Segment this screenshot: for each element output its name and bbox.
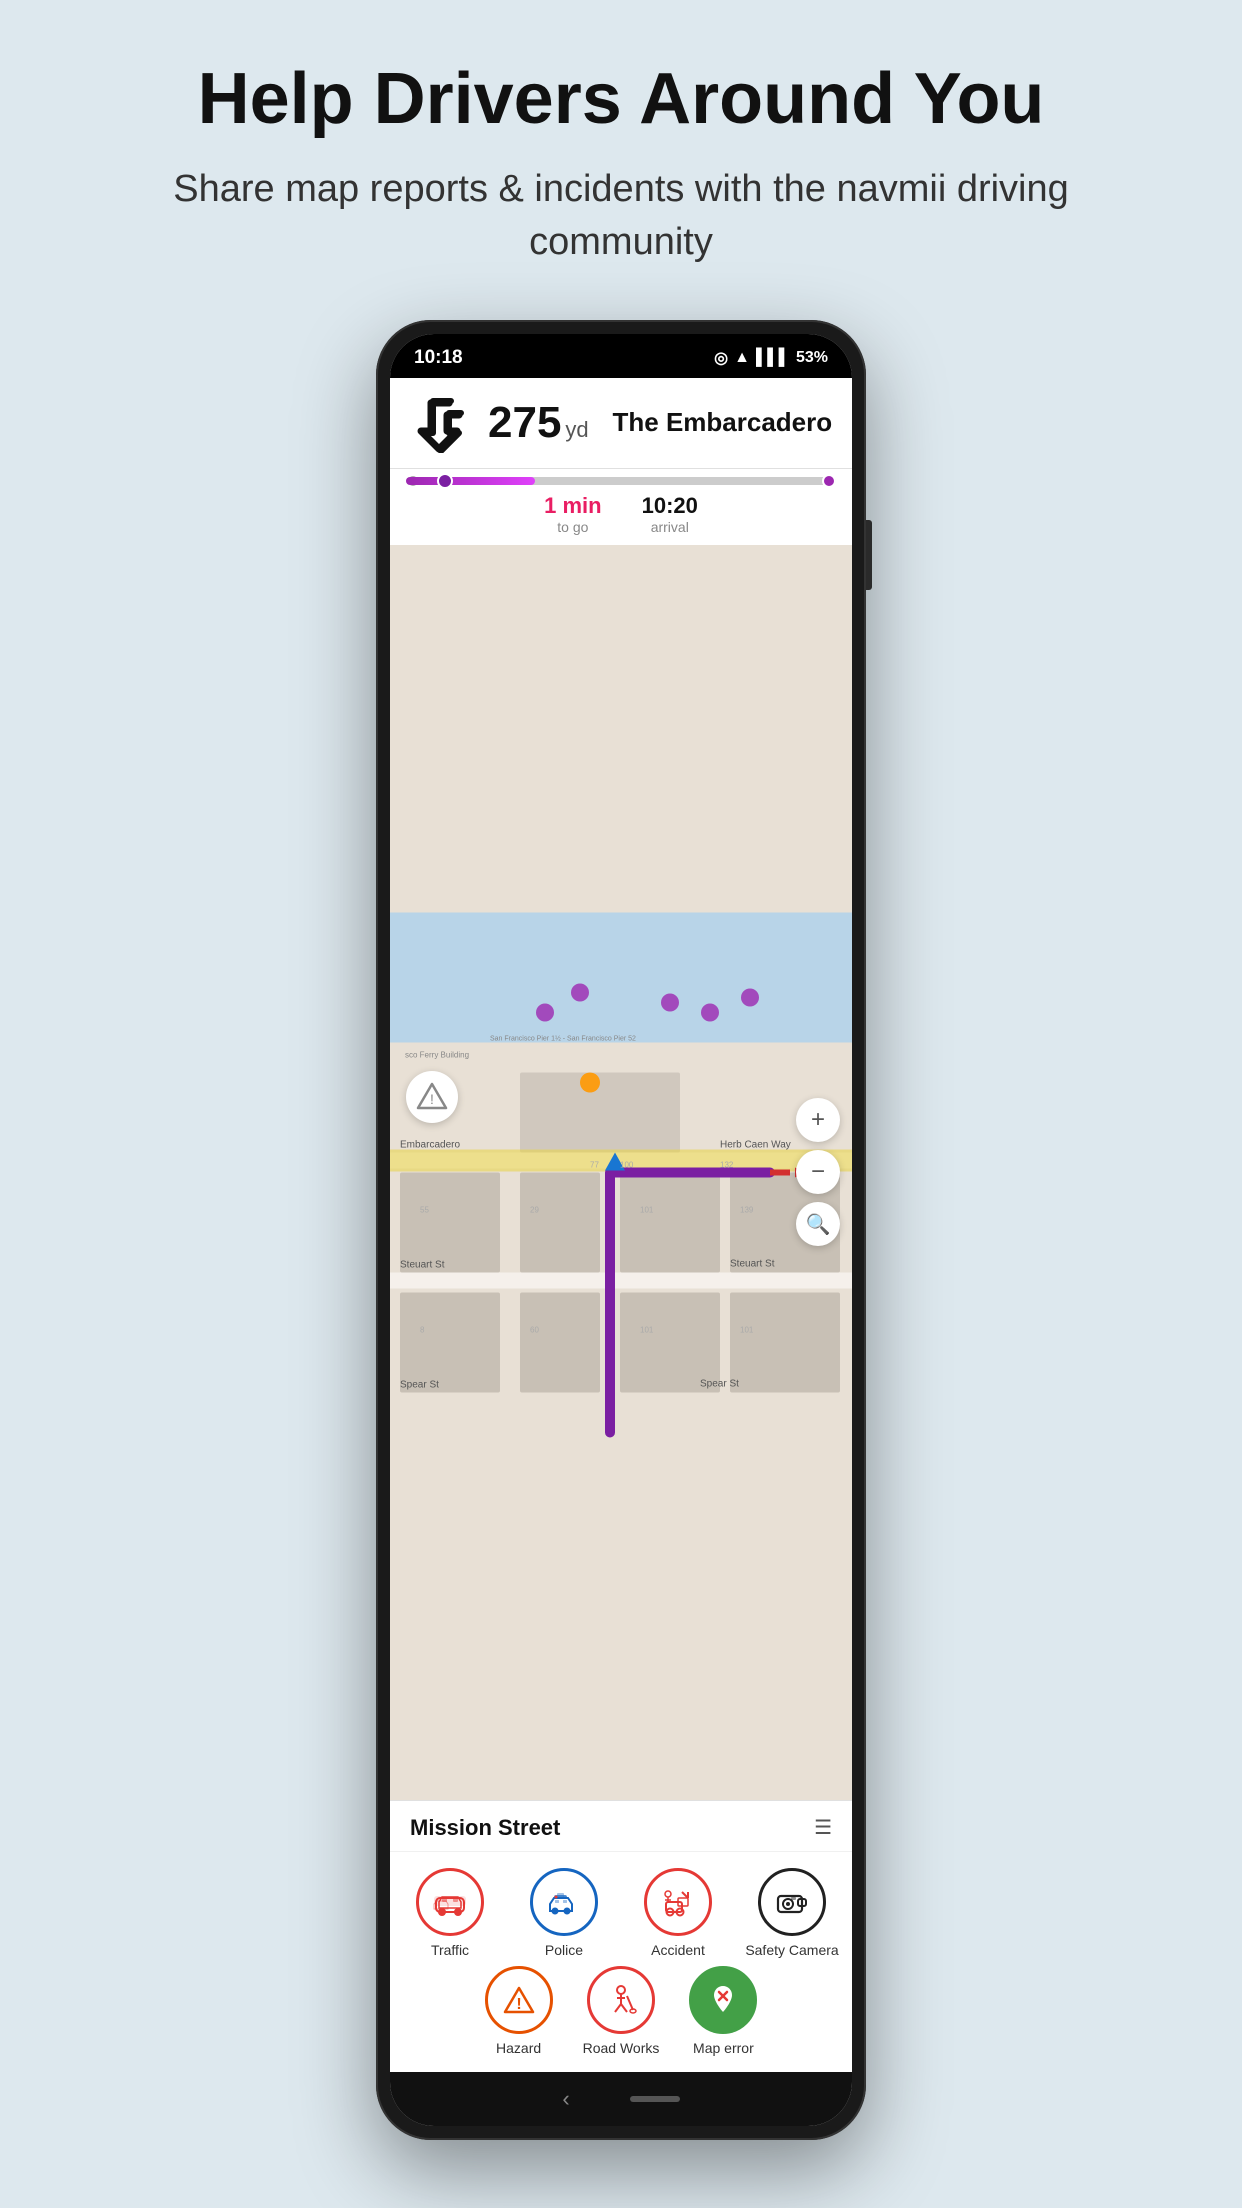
safety-camera-label: Safety Camera — [745, 1942, 838, 1958]
svg-text:101: 101 — [640, 1205, 654, 1214]
report-item-map-error[interactable]: Map error — [689, 1966, 757, 2056]
svg-text:!: ! — [516, 1996, 521, 2013]
report-item-accident[interactable]: Accident — [626, 1868, 730, 1958]
map-error-label: Map error — [693, 2040, 754, 2056]
svg-text:San Francisco Pier 1½ - San Fr: San Francisco Pier 1½ - San Francisco Pi… — [490, 1034, 636, 1042]
accident-icon-circle — [644, 1868, 712, 1936]
turn-arrow — [406, 388, 476, 458]
report-grid-row2: ! Hazard — [390, 1966, 852, 2072]
police-label: Police — [545, 1942, 583, 1958]
report-grid-row1: Traffic — [390, 1852, 852, 1966]
bottom-street-name: Mission Street — [410, 1815, 560, 1841]
phone-screen: 10:18 ◎ ▲ ▌▌▌ 53% 275 yd — [390, 334, 852, 2126]
progress-end-dot — [822, 474, 836, 488]
report-item-police[interactable]: Police — [512, 1868, 616, 1958]
traffic-label: Traffic — [431, 1942, 469, 1958]
svg-text:100: 100 — [620, 1160, 634, 1169]
traffic-icon-circle — [416, 1868, 484, 1936]
svg-text:60: 60 — [530, 1325, 539, 1334]
phone-frame: 10:18 ◎ ▲ ▌▌▌ 53% 275 yd — [376, 320, 866, 2140]
back-button[interactable]: ‹ — [562, 2086, 569, 2112]
wifi-icon: ▲ — [734, 349, 750, 367]
zoom-in-button[interactable]: + — [796, 1098, 840, 1142]
nav-header: 275 yd The Embarcadero — [390, 378, 852, 469]
map-controls: + − 🔍 — [796, 1098, 840, 1246]
hamburger-menu-icon[interactable]: ☰ — [814, 1815, 832, 1840]
map-error-icon-circle — [689, 1966, 757, 2034]
svg-text:77: 77 — [590, 1160, 599, 1169]
page-title: Help Drivers Around You — [80, 60, 1162, 139]
svg-text:Spear St: Spear St — [700, 1378, 739, 1389]
nav-distance-unit: yd — [565, 417, 588, 443]
page-subtitle: Share map reports & incidents with the n… — [80, 163, 1162, 269]
svg-text:Steuart St: Steuart St — [730, 1258, 775, 1269]
svg-text:132: 132 — [720, 1160, 734, 1169]
home-bar[interactable] — [630, 2096, 680, 2102]
eta-arrival-label: arrival — [642, 519, 698, 535]
progress-fill — [406, 477, 535, 485]
time-to-go: 1 min to go — [544, 493, 602, 535]
report-warning-button[interactable]: ! — [406, 1071, 458, 1123]
bottom-panel: Mission Street ☰ — [390, 1800, 852, 2072]
svg-text:!: ! — [430, 1091, 434, 1107]
search-button[interactable]: 🔍 — [796, 1202, 840, 1246]
hazard-label: Hazard — [496, 2040, 541, 2056]
page-header: Help Drivers Around You Share map report… — [0, 0, 1242, 300]
report-item-traffic[interactable]: Traffic — [398, 1868, 502, 1958]
safety-camera-icon-circle — [758, 1868, 826, 1936]
svg-text:sco Ferry Building: sco Ferry Building — [405, 1050, 469, 1059]
battery-text: 53% — [796, 349, 828, 367]
status-bar: 10:18 ◎ ▲ ▌▌▌ 53% — [390, 334, 852, 378]
progress-section: 1 min to go 10:20 arrival — [390, 469, 852, 545]
eta-row: 1 min to go 10:20 arrival — [406, 493, 836, 535]
location-icon: ◎ — [714, 348, 728, 368]
progress-current-dot — [437, 473, 453, 489]
svg-text:101: 101 — [640, 1325, 654, 1334]
arrival-time: 10:20 arrival — [642, 493, 698, 535]
eta-to-go-label: to go — [544, 519, 602, 535]
phone-side-button — [866, 520, 872, 590]
accident-label: Accident — [651, 1942, 705, 1958]
report-item-hazard[interactable]: ! Hazard — [485, 1966, 553, 2056]
svg-text:101: 101 — [740, 1325, 754, 1334]
svg-text:139: 139 — [740, 1205, 754, 1214]
bottom-bar-header: Mission Street ☰ — [390, 1801, 852, 1852]
road-works-icon-circle — [587, 1966, 655, 2034]
eta-minutes: 1 min — [544, 493, 602, 519]
nav-street-name: The Embarcadero — [613, 407, 833, 438]
progress-bar — [406, 477, 836, 485]
zoom-out-button[interactable]: − — [796, 1150, 840, 1194]
svg-text:Embarcadero: Embarcadero — [400, 1139, 460, 1150]
report-item-road-works[interactable]: Road Works — [583, 1966, 660, 2056]
eta-arrival-time: 10:20 — [642, 493, 698, 519]
signal-icon: ▌▌▌ — [756, 349, 790, 367]
report-item-safety-camera[interactable]: Safety Camera — [740, 1868, 844, 1958]
status-time: 10:18 — [414, 347, 463, 369]
road-works-label: Road Works — [583, 2040, 660, 2056]
svg-text:Herb Caen Way: Herb Caen Way — [720, 1139, 791, 1150]
hazard-icon-circle: ! — [485, 1966, 553, 2034]
police-icon-circle — [530, 1868, 598, 1936]
status-icons: ◎ ▲ ▌▌▌ 53% — [714, 348, 828, 368]
svg-text:55: 55 — [420, 1205, 429, 1214]
svg-text:Steuart St: Steuart St — [400, 1259, 445, 1270]
svg-text:29: 29 — [530, 1205, 539, 1214]
phone-bottom-nav: ‹ — [390, 2072, 852, 2126]
nav-distance: 275 — [488, 401, 561, 445]
svg-text:Spear St: Spear St — [400, 1379, 439, 1390]
svg-text:8: 8 — [420, 1325, 425, 1334]
map-area[interactable]: Embarcadero Steuart St Spear St Herb Cae… — [390, 545, 852, 1800]
